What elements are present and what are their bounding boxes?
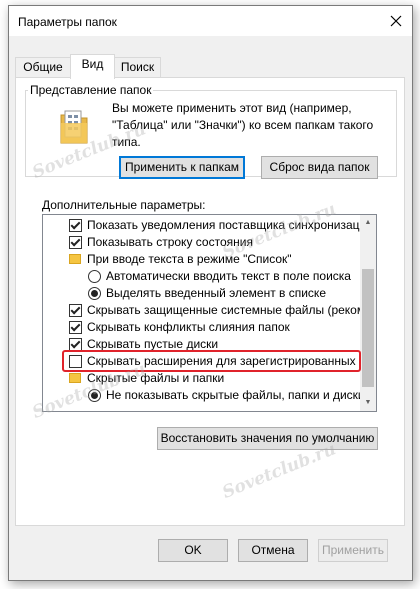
list-item-label: Скрывать защищенные системные файлы (рек… (87, 303, 366, 317)
select-typed-item-radio[interactable] (88, 287, 101, 300)
folder-views-label: Представление папок (28, 83, 154, 97)
advanced-settings-list[interactable]: Показать уведомления поставщика синхрони… (42, 214, 377, 412)
list-item-label: Показывать строку состояния (87, 235, 253, 249)
list-item-label: Не показывать скрытые файлы, папки и дис… (106, 388, 365, 402)
folder-options-dialog: Параметры папок Общие Вид Поиск Представ… (8, 5, 413, 581)
vertical-scrollbar[interactable]: ▲ ▼ (360, 215, 376, 411)
folder-view-icon (60, 110, 88, 144)
list-item-label: Скрытые файлы и папки (87, 371, 225, 385)
tab-view[interactable]: Вид (70, 54, 115, 79)
hide-protected-files-checkbox[interactable] (69, 304, 82, 317)
list-item-label: Показать уведомления поставщика синхрони… (87, 218, 373, 232)
hide-merge-conflicts-checkbox[interactable] (69, 321, 82, 334)
scrollbar-thumb[interactable] (362, 269, 374, 387)
close-icon[interactable] (387, 12, 405, 30)
restore-defaults-button[interactable]: Восстановить значения по умолчанию (157, 427, 378, 450)
view-tab-panel: Представление папок Вы можете применить … (15, 77, 405, 526)
scroll-up-icon[interactable]: ▲ (360, 215, 376, 231)
folder-icon (69, 254, 81, 264)
ok-button[interactable]: OK (158, 539, 228, 562)
folder-view-description: Вы можете применить этот вид (например, … (112, 101, 374, 149)
list-item-label: Скрывать конфликты слияния папок (87, 320, 290, 334)
highlight-frame (62, 350, 361, 372)
advanced-settings-label: Дополнительные параметры: (42, 198, 206, 212)
list-item-label: При вводе текста в режиме "Список" (87, 252, 292, 266)
folder-icon (69, 373, 81, 383)
window-title: Параметры папок (18, 15, 117, 29)
list-item-label: Автоматически вводить текст в поле поиск… (106, 269, 351, 283)
apply-button[interactable]: Применить (318, 539, 388, 562)
reset-folders-button[interactable]: Сброс вида папок (261, 156, 378, 179)
title-bar[interactable]: Параметры папок (9, 6, 412, 36)
tab-search[interactable]: Поиск (114, 57, 161, 77)
tab-general[interactable]: Общие (15, 57, 71, 77)
auto-type-search-radio[interactable] (88, 270, 101, 283)
cancel-button[interactable]: Отмена (238, 539, 308, 562)
scroll-down-icon[interactable]: ▼ (360, 395, 376, 411)
list-item-label: Выделять введенный элемент в списке (106, 286, 326, 300)
apply-to-folders-button[interactable]: Применить к папкам (119, 156, 245, 179)
dont-show-hidden-radio[interactable] (88, 389, 101, 402)
status-bar-checkbox[interactable] (69, 236, 82, 249)
sync-notifications-checkbox[interactable] (69, 219, 82, 232)
